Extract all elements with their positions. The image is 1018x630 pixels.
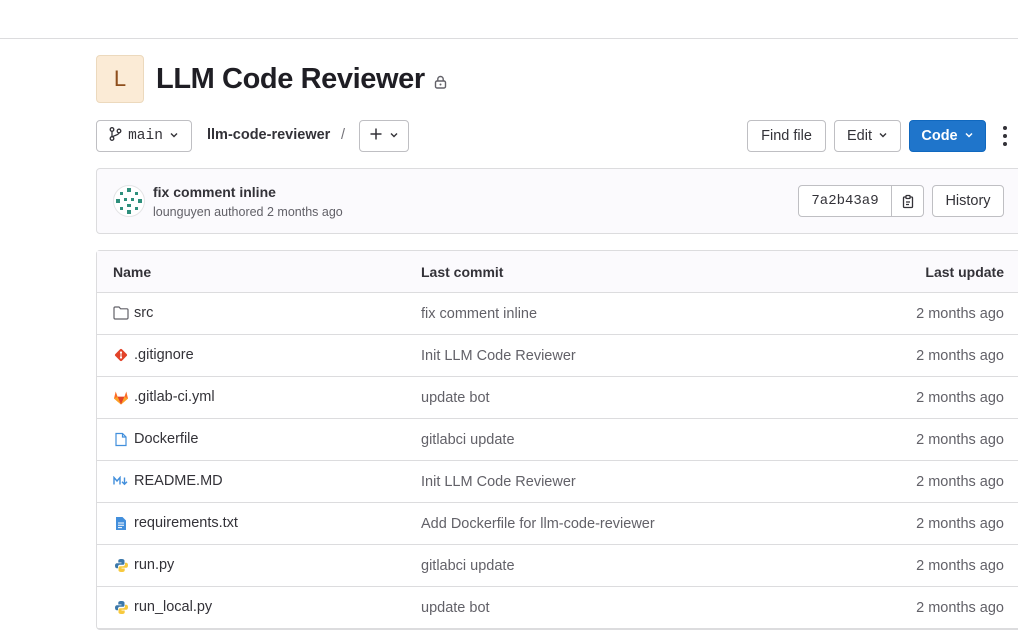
add-dropdown-button[interactable] [359, 120, 409, 152]
find-file-button[interactable]: Find file [747, 120, 826, 152]
last-update-date: 2 months ago [916, 516, 1004, 532]
last-update-date: 2 months ago [916, 432, 1004, 448]
breadcrumb-separator: / [341, 127, 346, 143]
text-file-icon [113, 515, 129, 531]
last-commit-message[interactable]: fix comment inline [421, 306, 537, 322]
file-icon [113, 431, 129, 447]
last-update-date: 2 months ago [916, 348, 1004, 364]
chevron-down-icon [964, 128, 974, 144]
file-name[interactable]: .gitlab-ci.yml [134, 389, 215, 405]
edit-label: Edit [847, 128, 872, 144]
last-commit-message[interactable]: gitlabci update [421, 432, 515, 448]
last-commit-message[interactable]: Add Dockerfile for llm-code-reviewer [421, 516, 655, 532]
table-row[interactable]: src fix comment inline 2 months ago [97, 293, 1018, 335]
last-commit-message[interactable]: Init LLM Code Reviewer [421, 474, 576, 490]
file-name[interactable]: run.py [134, 557, 174, 573]
history-button[interactable]: History [932, 185, 1004, 217]
table-header: Name Last commit Last update [97, 251, 1018, 293]
python-icon [113, 599, 129, 615]
python-icon [113, 557, 129, 573]
gitlab-icon [113, 389, 129, 405]
table-row[interactable]: .gitlab-ci.yml update bot 2 months ago [97, 377, 1018, 419]
last-update-date: 2 months ago [916, 558, 1004, 574]
project-header: L LLM Code Reviewer [96, 55, 447, 103]
commit-sha[interactable]: 7a2b43a9 [799, 186, 892, 216]
plus-icon [369, 127, 383, 145]
column-header-name: Name [113, 264, 152, 280]
last-update-date: 2 months ago [916, 474, 1004, 490]
column-header-last-commit: Last commit [421, 264, 504, 280]
file-name-cell[interactable]: run.py [113, 557, 174, 573]
branch-icon [109, 127, 122, 145]
column-header-last-update: Last update [925, 264, 1004, 280]
file-table: Name Last commit Last update src fix comm… [96, 250, 1018, 630]
author-avatar[interactable] [113, 185, 145, 217]
edit-dropdown-button[interactable]: Edit [834, 120, 901, 152]
table-row[interactable]: Dockerfile gitlabci update 2 months ago [97, 419, 1018, 461]
file-name-cell[interactable]: .gitignore [113, 347, 194, 363]
commit-meta: lounguyen authored 2 months ago [153, 205, 343, 219]
file-name-cell[interactable]: requirements.txt [113, 515, 238, 531]
chevron-down-icon [389, 128, 399, 144]
last-commit-message[interactable]: update bot [421, 600, 490, 616]
file-name-cell[interactable]: src [113, 305, 153, 321]
last-commit-message[interactable]: update bot [421, 390, 490, 406]
chevron-down-icon [169, 128, 179, 144]
file-name-cell[interactable]: README.MD [113, 473, 223, 489]
breadcrumb-root[interactable]: llm-code-reviewer [207, 127, 330, 143]
top-bar [0, 0, 1018, 39]
last-update-date: 2 months ago [916, 306, 1004, 322]
project-title: LLM Code Reviewer [156, 62, 425, 95]
table-row[interactable]: README.MD Init LLM Code Reviewer 2 months … [97, 461, 1018, 503]
file-name-cell[interactable]: run_local.py [113, 599, 212, 615]
table-row[interactable]: requirements.txt Add Dockerfile for llm-c… [97, 503, 1018, 545]
file-name[interactable]: run_local.py [134, 599, 212, 615]
kebab-icon[interactable] [1001, 126, 1009, 146]
table-row[interactable]: .gitignore Init LLM Code Reviewer 2 months… [97, 335, 1018, 377]
file-name-cell[interactable]: Dockerfile [113, 431, 198, 447]
project-avatar[interactable]: L [96, 55, 144, 103]
find-file-label: Find file [761, 128, 812, 144]
commit-sha-group: 7a2b43a9 [798, 185, 924, 217]
markdown-icon [113, 473, 129, 489]
last-commit-message[interactable]: gitlabci update [421, 558, 515, 574]
last-update-date: 2 months ago [916, 390, 1004, 406]
code-dropdown-button[interactable]: Code [909, 120, 986, 152]
lock-icon [434, 75, 447, 89]
file-name[interactable]: README.MD [134, 473, 223, 489]
history-label: History [945, 193, 991, 209]
last-commit-message[interactable]: Init LLM Code Reviewer [421, 348, 576, 364]
code-label: Code [921, 128, 958, 144]
branch-selector[interactable]: main [96, 120, 192, 152]
file-name[interactable]: Dockerfile [134, 431, 198, 447]
copy-icon[interactable] [892, 186, 923, 216]
folder-icon [113, 305, 129, 321]
file-name-cell[interactable]: .gitlab-ci.yml [113, 389, 215, 405]
last-update-date: 2 months ago [916, 600, 1004, 616]
commit-title[interactable]: fix comment inline [153, 184, 276, 200]
file-name[interactable]: .gitignore [134, 347, 194, 363]
table-row[interactable]: run.py gitlabci update 2 months ago [97, 545, 1018, 587]
table-row[interactable]: run_local.py update bot 2 months ago [97, 587, 1018, 629]
file-name[interactable]: src [134, 305, 153, 321]
git-icon [113, 347, 129, 363]
file-name[interactable]: requirements.txt [134, 515, 238, 531]
branch-name: main [128, 128, 163, 144]
chevron-down-icon [878, 128, 888, 144]
